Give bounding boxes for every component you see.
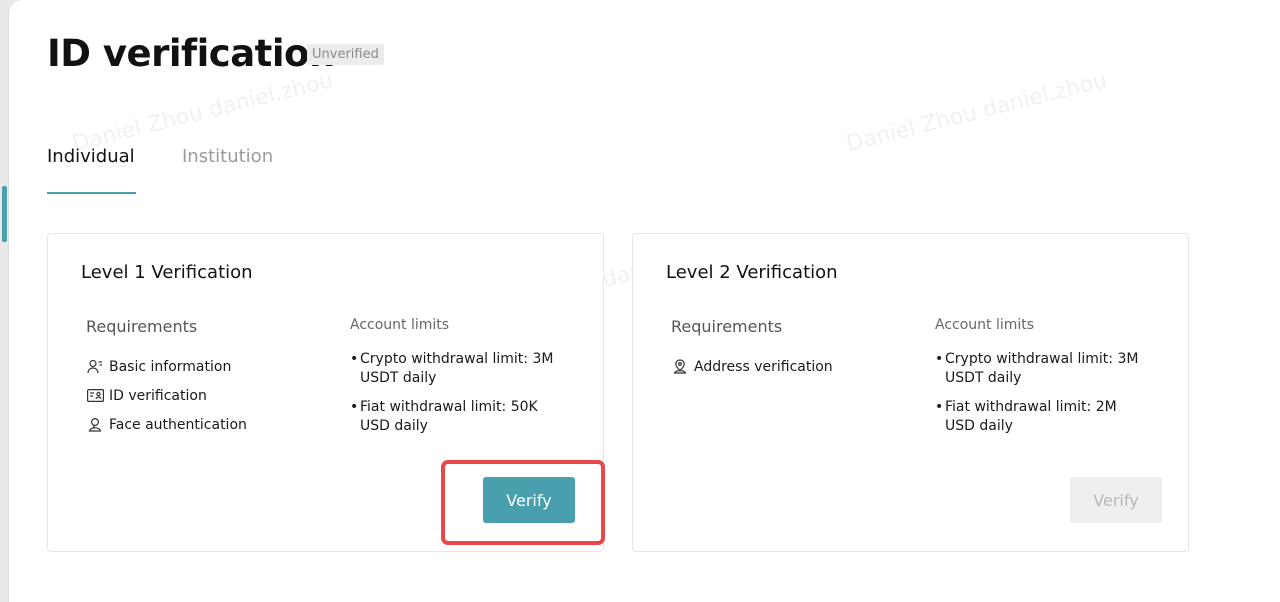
- limit-fiat-withdrawal: Fiat withdrawal limit: 50K USD daily: [350, 398, 565, 436]
- requirement-id-verification: ID verification: [86, 381, 247, 410]
- requirement-label: Basic information: [109, 358, 232, 375]
- limit-fiat-withdrawal: Fiat withdrawal limit: 2M USD daily: [935, 398, 1150, 436]
- limit-crypto-withdrawal: Crypto withdrawal limit: 3M USDT daily: [935, 350, 1150, 388]
- requirement-face-authentication: Face authentication: [86, 410, 247, 439]
- tab-institution[interactable]: Institution: [182, 146, 273, 167]
- status-badge: Unverified: [307, 44, 384, 65]
- level-2-requirements-header: Requirements: [671, 317, 783, 336]
- id-card-icon: [86, 388, 104, 404]
- app-window: Daniel Zhou daniel.zhou Daniel Zhou dani…: [8, 0, 1280, 602]
- level-1-limits-header: Account limits: [350, 317, 450, 333]
- active-tab-indicator: [47, 192, 136, 194]
- watermark: Daniel Zhou daniel.zhou: [843, 68, 1110, 157]
- watermark: Daniel Zhou daniel.zhou: [69, 68, 336, 157]
- level-1-requirements-list: Basic information ID verification Face a…: [86, 352, 247, 439]
- face-icon: [86, 417, 104, 433]
- level-2-card: Level 2 Verification Requirements Addres…: [632, 233, 1189, 552]
- scroll-indicator[interactable]: [2, 186, 7, 242]
- level-1-title: Level 1 Verification: [81, 262, 253, 283]
- requirement-basic-information: Basic information: [86, 352, 247, 381]
- requirement-label: Face authentication: [109, 416, 247, 433]
- limit-crypto-withdrawal: Crypto withdrawal limit: 3M USDT daily: [350, 350, 565, 388]
- requirement-label: ID verification: [109, 387, 207, 404]
- level-2-limits-header: Account limits: [935, 317, 1035, 333]
- level-2-limits-list: Crypto withdrawal limit: 3M USDT daily F…: [935, 350, 1150, 446]
- requirement-address-verification: Address verification: [671, 352, 833, 381]
- requirement-label: Address verification: [694, 358, 833, 375]
- location-icon: [671, 359, 689, 375]
- page-title: ID verification: [47, 32, 335, 75]
- user-info-icon: [86, 359, 104, 375]
- level-2-requirements-list: Address verification: [671, 352, 833, 381]
- level-1-requirements-header: Requirements: [86, 317, 198, 336]
- tab-individual[interactable]: Individual: [47, 146, 135, 167]
- level-2-verify-button[interactable]: Verify: [1070, 477, 1162, 523]
- highlight-annotation-box: [441, 460, 605, 545]
- level-2-title: Level 2 Verification: [666, 262, 838, 283]
- level-1-limits-list: Crypto withdrawal limit: 3M USDT daily F…: [350, 350, 565, 446]
